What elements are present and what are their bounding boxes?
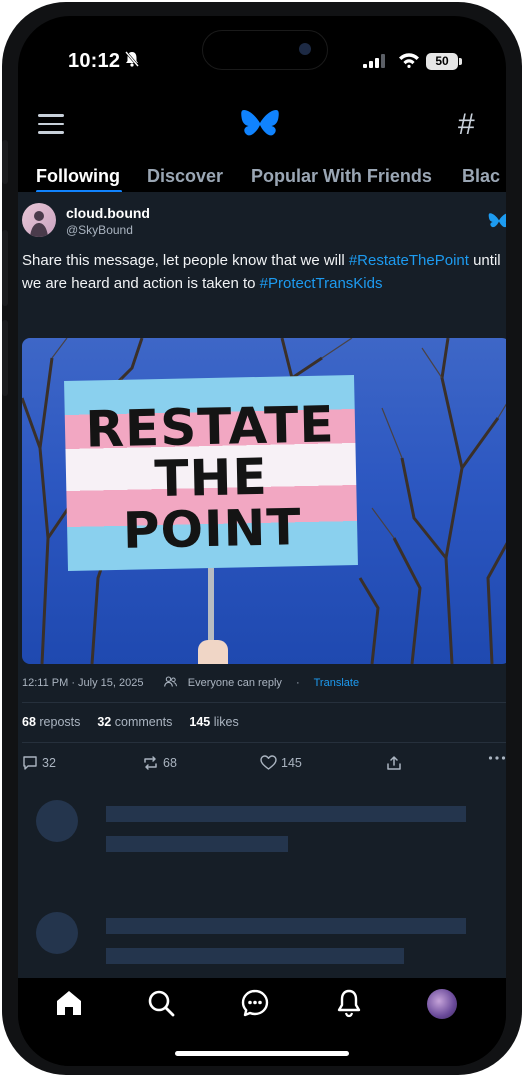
post-meta: 12:11 PM · July 15, 2025 Everyone can re… <box>22 676 359 689</box>
reply-setting[interactable]: Everyone can reply <box>188 677 282 689</box>
post-text-part1: Share this message, let people know that… <box>22 252 349 269</box>
skeleton-line <box>106 948 404 964</box>
likes-count[interactable]: 145 <box>189 715 210 729</box>
divider <box>22 702 506 703</box>
share-button[interactable] <box>386 755 402 771</box>
skeleton-line <box>106 836 288 852</box>
people-icon <box>163 676 177 687</box>
tab-following[interactable]: Following <box>36 166 120 187</box>
meta-separator: · <box>296 677 300 689</box>
home-icon[interactable] <box>54 988 84 1018</box>
skeleton-avatar <box>36 912 78 954</box>
sign-line-3: POINT <box>122 498 303 560</box>
status-bar: 10:12 50 <box>18 16 506 96</box>
signal-icon <box>363 54 385 68</box>
skeleton-line <box>106 918 466 934</box>
phone-frame: 10:12 50 # Following Discover Popular Wi… <box>2 2 522 1075</box>
post-text: Share this message, let people know that… <box>22 249 506 295</box>
hashtag-icon[interactable]: # <box>458 108 475 142</box>
mute-switch <box>2 140 8 184</box>
repost-count: 68 <box>163 756 177 770</box>
author-handle[interactable]: @SkyBound <box>66 223 133 237</box>
bottom-nav <box>18 978 506 1066</box>
reposts-label[interactable]: reposts <box>39 715 80 729</box>
likes-label[interactable]: likes <box>214 715 239 729</box>
post-stats: 68 reposts 32 comments 145 likes <box>22 715 239 729</box>
hand <box>198 640 228 664</box>
reposts-count[interactable]: 68 <box>22 715 36 729</box>
battery-level: 50 <box>426 53 458 70</box>
hashtag-link-restatethepoint[interactable]: #RestateThePoint <box>349 252 469 269</box>
screen: 10:12 50 # Following Discover Popular Wi… <box>18 16 506 1066</box>
divider <box>22 742 506 743</box>
repost-button[interactable]: 68 <box>142 755 177 771</box>
reply-count: 32 <box>42 756 56 770</box>
feed-tabs: Following Discover Popular With Friends … <box>18 162 506 193</box>
search-icon[interactable] <box>146 988 176 1018</box>
protest-sign: RESTATE THE POINT <box>64 374 358 572</box>
like-count: 145 <box>281 755 302 770</box>
chat-icon[interactable] <box>240 988 270 1018</box>
comments-label[interactable]: comments <box>115 715 173 729</box>
share-icon <box>387 756 401 770</box>
more-icon <box>488 756 506 760</box>
translate-link[interactable]: Translate <box>314 677 359 689</box>
author-avatar[interactable] <box>22 203 56 237</box>
profile-avatar[interactable] <box>427 989 457 1019</box>
skeleton-avatar <box>36 800 78 842</box>
bluesky-badge-icon <box>488 213 506 228</box>
skeleton-line <box>106 806 466 822</box>
more-options-button[interactable] <box>488 755 506 761</box>
wifi-icon <box>399 53 419 68</box>
repost-icon <box>144 756 157 770</box>
like-button[interactable]: 145 <box>260 755 302 770</box>
bell-icon[interactable] <box>334 988 364 1018</box>
menu-icon[interactable] <box>38 114 64 136</box>
butterfly-logo-icon[interactable] <box>240 108 280 144</box>
camera-icon <box>299 43 311 55</box>
silent-bell-icon <box>125 51 139 67</box>
battery-tip <box>459 58 462 65</box>
post-thread: cloud.bound @SkyBound Share this message… <box>18 192 506 978</box>
post-timestamp: 12:11 PM · July 15, 2025 <box>22 677 144 689</box>
author-display-name[interactable]: cloud.bound <box>66 205 150 221</box>
reply-button[interactable]: 32 <box>22 755 56 771</box>
volume-up-button <box>2 230 8 306</box>
tab-popular-with-friends[interactable]: Popular With Friends <box>251 166 432 187</box>
post-image[interactable]: RESTATE THE POINT <box>22 338 506 664</box>
tab-blac[interactable]: Blac <box>462 166 500 187</box>
home-indicator <box>175 1051 349 1056</box>
dynamic-island <box>202 30 328 70</box>
tab-discover[interactable]: Discover <box>147 166 223 187</box>
volume-down-button <box>2 320 8 396</box>
comments-count[interactable]: 32 <box>97 715 111 729</box>
heart-icon <box>260 755 277 770</box>
hashtag-link-protecttranskids[interactable]: #ProtectTransKids <box>260 275 383 292</box>
status-time: 10:12 <box>68 50 121 72</box>
reply-icon <box>23 756 37 770</box>
